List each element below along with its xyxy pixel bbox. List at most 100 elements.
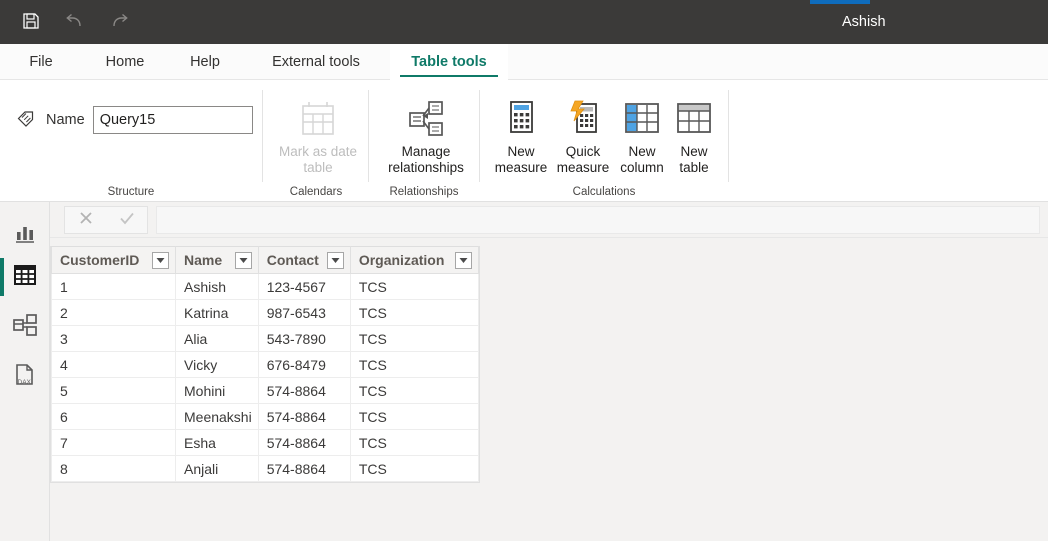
new-measure-label: New measure bbox=[495, 144, 548, 176]
cell-contact[interactable]: 987-6543 bbox=[258, 300, 350, 326]
confirm-check-icon[interactable] bbox=[117, 208, 137, 233]
cell-organization[interactable]: TCS bbox=[350, 430, 478, 456]
cell-name[interactable]: Ashish bbox=[176, 274, 259, 300]
filter-dropdown-icon[interactable] bbox=[235, 252, 252, 269]
undo-icon[interactable] bbox=[62, 8, 88, 34]
cell-name[interactable]: Mohini bbox=[176, 378, 259, 404]
cell-name[interactable]: Esha bbox=[176, 430, 259, 456]
table-header-row: CustomerID Name bbox=[52, 247, 479, 274]
save-icon[interactable] bbox=[18, 8, 44, 34]
new-column-icon bbox=[621, 96, 663, 140]
column-header-name[interactable]: Name bbox=[176, 247, 259, 274]
cell-contact[interactable]: 574-8864 bbox=[258, 404, 350, 430]
cell-organization[interactable]: TCS bbox=[350, 352, 478, 378]
column-header-customerid[interactable]: CustomerID bbox=[52, 247, 176, 274]
new-measure-button[interactable]: New measure bbox=[489, 92, 553, 180]
cell-contact[interactable]: 574-8864 bbox=[258, 456, 350, 482]
cell-customerid[interactable]: 3 bbox=[52, 326, 176, 352]
cell-name[interactable]: Meenakshi bbox=[176, 404, 259, 430]
cell-customerid[interactable]: 4 bbox=[52, 352, 176, 378]
tab-help[interactable]: Help bbox=[176, 44, 234, 80]
view-switcher-rail: DAX bbox=[0, 202, 50, 541]
formula-bar bbox=[50, 202, 1048, 238]
ribbon-group-label-calculations: Calculations bbox=[480, 186, 728, 198]
table-row[interactable]: 8 Anjali 574-8864 TCS bbox=[52, 456, 479, 482]
cell-name[interactable]: Anjali bbox=[176, 456, 259, 482]
ribbon-group-label-calendars: Calendars bbox=[264, 186, 368, 198]
column-header-label: Organization bbox=[359, 252, 445, 268]
quick-measure-label: Quick measure bbox=[557, 144, 610, 176]
cancel-x-icon[interactable] bbox=[76, 208, 96, 233]
cell-contact[interactable]: 574-8864 bbox=[258, 378, 350, 404]
table-row[interactable]: 7 Esha 574-8864 TCS bbox=[52, 430, 479, 456]
sidebar-item-data[interactable] bbox=[0, 252, 50, 302]
cell-customerid[interactable]: 2 bbox=[52, 300, 176, 326]
table-row[interactable]: 1 Ashish 123-4567 TCS bbox=[52, 274, 479, 300]
tab-external-tools[interactable]: External tools bbox=[248, 44, 384, 80]
name-label: Name bbox=[46, 112, 85, 128]
ribbon-group-label-structure: Structure bbox=[0, 186, 262, 198]
new-table-button[interactable]: New table bbox=[669, 92, 719, 180]
new-table-icon bbox=[673, 96, 715, 140]
cell-name[interactable]: Vicky bbox=[176, 352, 259, 378]
tab-home[interactable]: Home bbox=[90, 44, 160, 80]
cell-organization[interactable]: TCS bbox=[350, 274, 478, 300]
ribbon: Name Structure Calendars Mark as date ta… bbox=[0, 80, 1048, 202]
cell-organization[interactable]: TCS bbox=[350, 300, 478, 326]
cell-organization[interactable]: TCS bbox=[350, 378, 478, 404]
table-name-row: Name bbox=[16, 106, 253, 134]
manage-relationships-button[interactable]: Manage relationships bbox=[377, 92, 475, 180]
cell-customerid[interactable]: 5 bbox=[52, 378, 176, 404]
relationships-icon bbox=[404, 96, 448, 140]
cell-organization[interactable]: TCS bbox=[350, 456, 478, 482]
cell-contact[interactable]: 543-7890 bbox=[258, 326, 350, 352]
table-name-input[interactable] bbox=[93, 106, 253, 134]
cell-customerid[interactable]: 1 bbox=[52, 274, 176, 300]
table-row[interactable]: 6 Meenakshi 574-8864 TCS bbox=[52, 404, 479, 430]
cell-customerid[interactable]: 6 bbox=[52, 404, 176, 430]
table-row[interactable]: 2 Katrina 987-6543 TCS bbox=[52, 300, 479, 326]
table-row[interactable]: 5 Mohini 574-8864 TCS bbox=[52, 378, 479, 404]
filter-dropdown-icon[interactable] bbox=[455, 252, 472, 269]
filter-dropdown-icon[interactable] bbox=[327, 252, 344, 269]
tab-table-tools[interactable]: Table tools bbox=[390, 44, 508, 80]
cell-customerid[interactable]: 7 bbox=[52, 430, 176, 456]
tag-icon bbox=[16, 108, 38, 133]
cell-customerid[interactable]: 8 bbox=[52, 456, 176, 482]
formula-input[interactable] bbox=[156, 206, 1040, 234]
quick-measure-icon bbox=[563, 96, 603, 140]
new-column-button[interactable]: New column bbox=[613, 92, 671, 180]
quick-measure-button[interactable]: Quick measure bbox=[551, 92, 615, 180]
tab-file[interactable]: File bbox=[18, 44, 64, 80]
title-bar: Ashish bbox=[0, 0, 1048, 44]
column-header-label: Name bbox=[184, 252, 222, 268]
mark-as-date-table-label: Mark as date table bbox=[279, 144, 357, 176]
report-bar-chart-icon bbox=[13, 221, 37, 250]
column-header-organization[interactable]: Organization bbox=[350, 247, 478, 274]
table-row[interactable]: 3 Alia 543-7890 TCS bbox=[52, 326, 479, 352]
cell-name[interactable]: Alia bbox=[176, 326, 259, 352]
cell-contact[interactable]: 676-8479 bbox=[258, 352, 350, 378]
column-header-contact[interactable]: Contact bbox=[258, 247, 350, 274]
sidebar-item-model[interactable] bbox=[0, 302, 50, 352]
table-body: 1 Ashish 123-4567 TCS 2 Katrina 987-6543… bbox=[52, 274, 479, 482]
cell-organization[interactable]: TCS bbox=[350, 404, 478, 430]
svg-text:DAX: DAX bbox=[18, 379, 32, 386]
new-table-label: New table bbox=[679, 144, 708, 176]
mark-as-date-table-button[interactable]: Mark as date table bbox=[272, 92, 364, 180]
cell-contact[interactable]: 123-4567 bbox=[258, 274, 350, 300]
sidebar-item-dax-query[interactable]: DAX bbox=[0, 352, 50, 402]
manage-relationships-label: Manage relationships bbox=[388, 144, 464, 176]
data-table: CustomerID Name bbox=[51, 246, 479, 482]
cell-name[interactable]: Katrina bbox=[176, 300, 259, 326]
column-header-label: CustomerID bbox=[60, 252, 139, 268]
user-name-label[interactable]: Ashish bbox=[842, 12, 886, 32]
cell-organization[interactable]: TCS bbox=[350, 326, 478, 352]
ribbon-group-structure: Name Structure bbox=[0, 80, 262, 202]
data-table-icon bbox=[12, 262, 38, 293]
redo-icon[interactable] bbox=[106, 8, 132, 34]
table-row[interactable]: 4 Vicky 676-8479 TCS bbox=[52, 352, 479, 378]
calculator-icon bbox=[501, 96, 541, 140]
cell-contact[interactable]: 574-8864 bbox=[258, 430, 350, 456]
filter-dropdown-icon[interactable] bbox=[152, 252, 169, 269]
